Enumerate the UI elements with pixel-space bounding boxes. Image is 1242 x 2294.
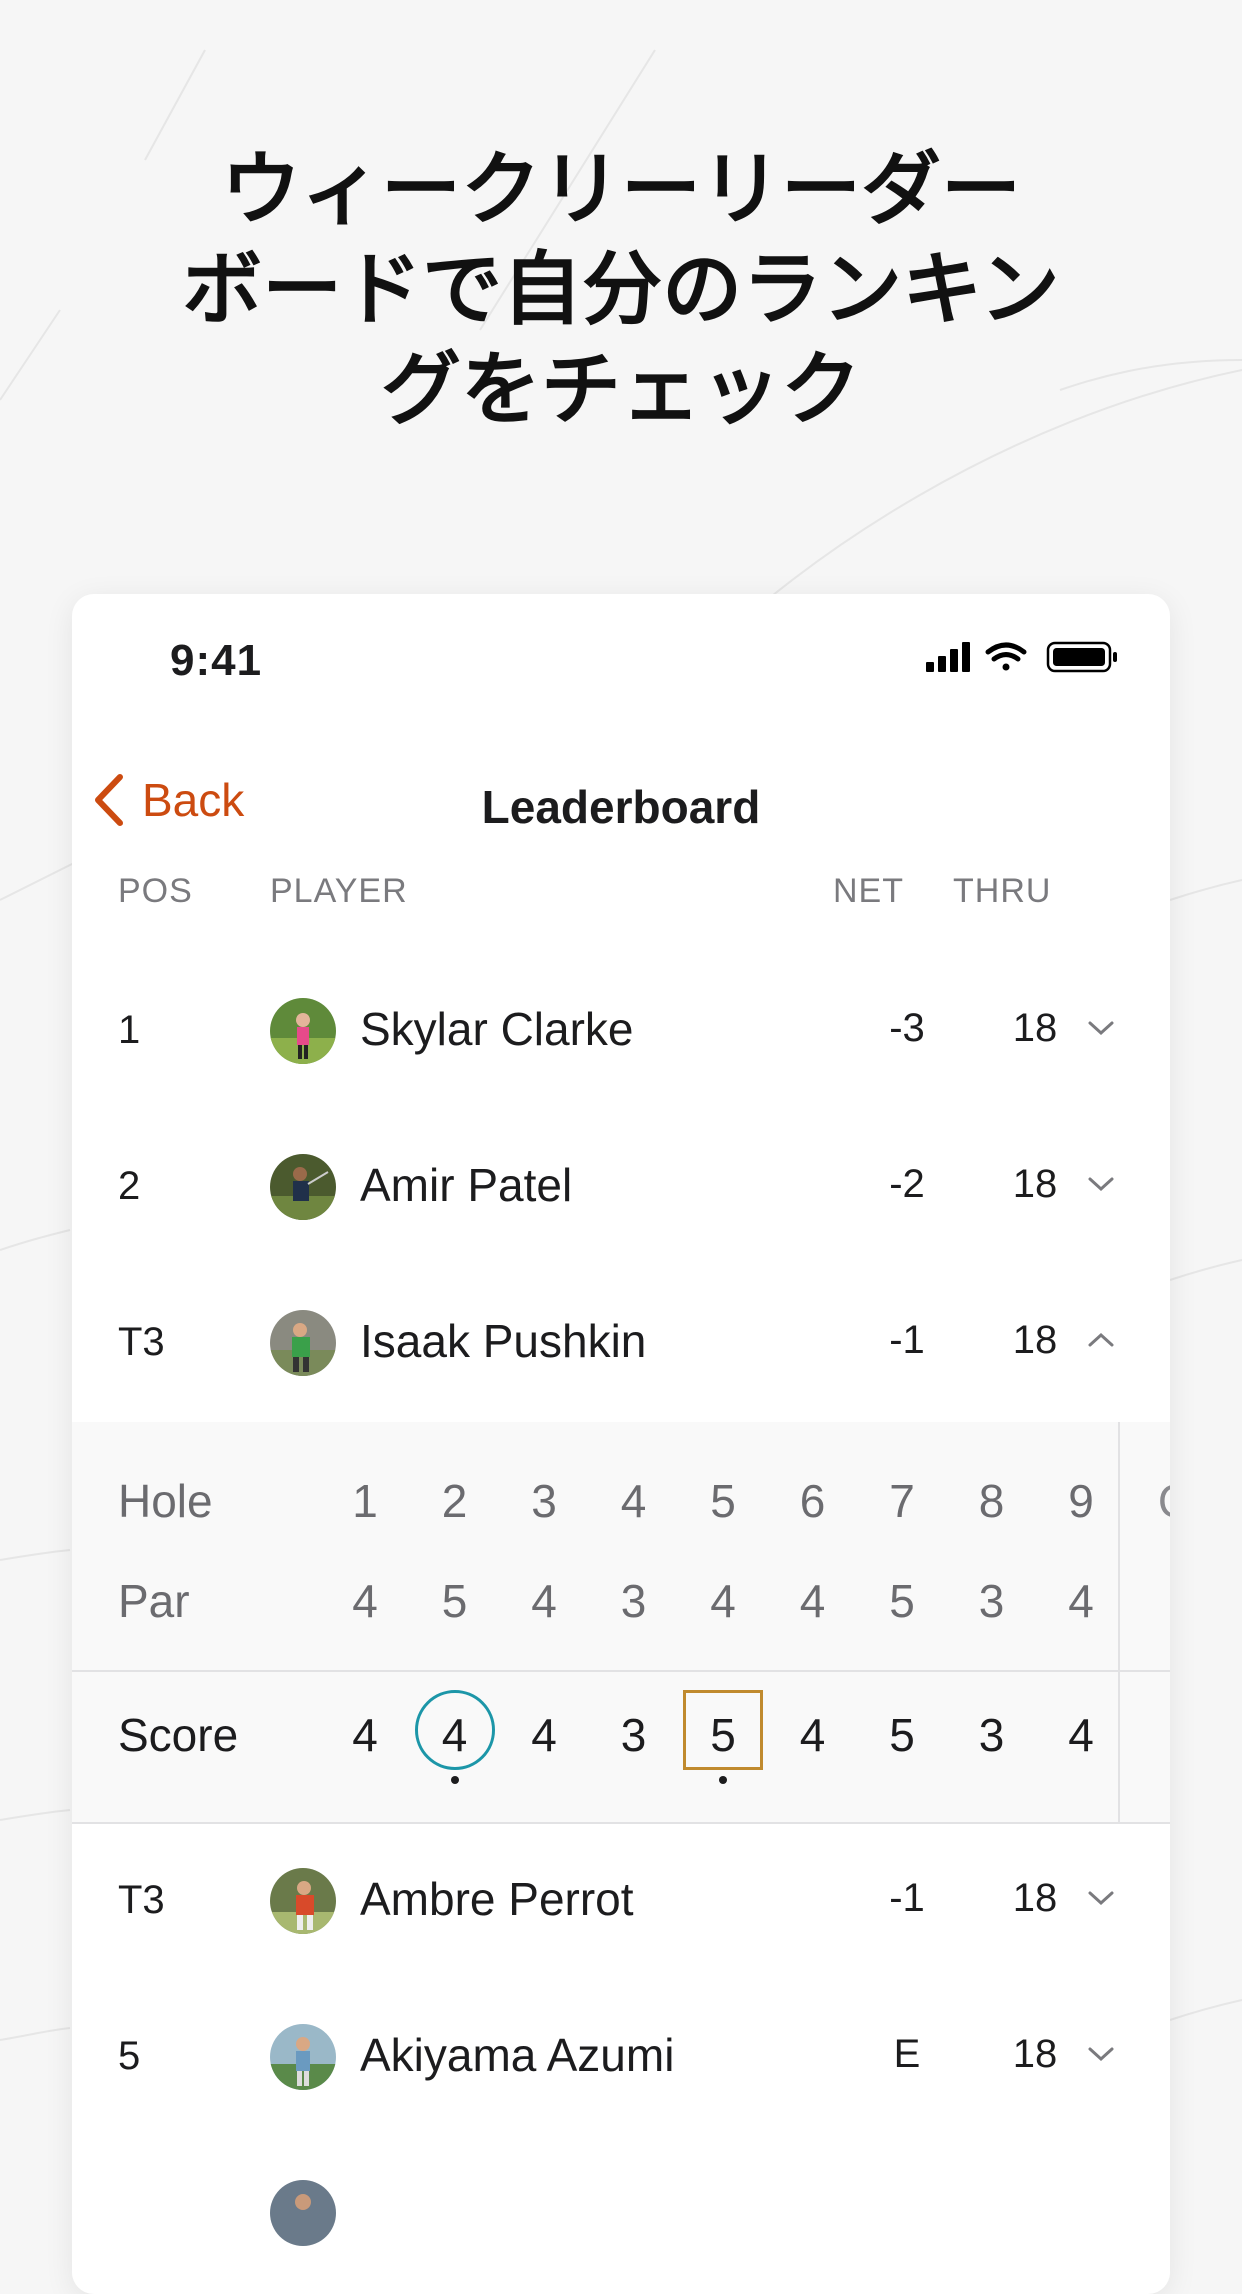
par-cell: 4 — [352, 1575, 378, 1627]
chevron-down-icon[interactable] — [1086, 2044, 1116, 2064]
navigation-bar: Back Leaderboard — [72, 754, 1170, 844]
row-position: 2 — [118, 1164, 141, 1208]
row-position: 1 — [118, 1008, 141, 1052]
hole-label: Hole — [118, 1475, 213, 1527]
wifi-icon — [985, 642, 1027, 671]
holes-cell: 3 — [531, 1475, 557, 1527]
par-cell: 4 — [710, 1575, 736, 1627]
player-name: Akiyama Azumi — [360, 2029, 675, 2081]
bogey-marker — [683, 1690, 763, 1770]
leaderboard-row[interactable]: T3 Isaak Pushkin -1 18 — [72, 1266, 1170, 1424]
row-position: T3 — [118, 1878, 165, 1922]
par-cell: 4 — [799, 1575, 826, 1627]
scorecard-column-divider — [1118, 1422, 1120, 1822]
leaderboard-row[interactable]: T3 Ambre Perrot -1 18 — [72, 1824, 1170, 1982]
cellular-signal-icon — [926, 642, 970, 672]
avatar — [270, 2024, 336, 2090]
avatar — [270, 1868, 336, 1934]
headline-line-2: ボードで自分のランキン — [182, 243, 1060, 336]
player-name: Isaak Pushkin — [360, 1315, 647, 1367]
holes-cell: 4 — [620, 1475, 647, 1527]
score-cell: 3 — [620, 1709, 647, 1761]
score-cell: 5 — [889, 1709, 915, 1761]
battery-icon — [1046, 641, 1117, 673]
chevron-down-icon[interactable] — [1086, 1018, 1116, 1038]
score-cell: 4 — [1068, 1709, 1094, 1761]
stroke-dot — [719, 1776, 727, 1784]
status-time: 9:41 — [170, 636, 263, 685]
row-position: 5 — [118, 2034, 141, 2078]
holes-cell: 5 — [710, 1475, 736, 1527]
stroke-dot — [450, 1776, 459, 1784]
birdie-marker — [414, 1690, 495, 1770]
col-player: PLAYER — [270, 872, 408, 910]
phone-screen: 9:41 Back Leaderboard POS PLAYER NET THR… — [72, 594, 1170, 2294]
row-position: T3 — [118, 1320, 165, 1364]
holes-cell: 7 — [889, 1475, 915, 1527]
col-net: NET — [833, 872, 904, 910]
leaderboard-row-partial[interactable] — [72, 2136, 1170, 2292]
par-cell: 5 — [889, 1575, 915, 1627]
holes-cell: 9 — [1068, 1475, 1094, 1527]
holes-cell: 1 — [352, 1475, 378, 1527]
par-label: Par — [118, 1575, 190, 1627]
scorecard: Hole Par Score 1 2 3 4 5 6 7 8 9 4 5 4 3 4 4 5 3 4 4 4 4 3 5… — [72, 1422, 1170, 1824]
holes-cell: 8 — [978, 1475, 1005, 1527]
par-cell: 3 — [620, 1575, 647, 1627]
player-name: Amir Patel — [360, 1159, 573, 1211]
holes-cell: 6 — [799, 1475, 826, 1527]
par-cell: 5 — [441, 1575, 468, 1627]
score-cell: 4 — [352, 1709, 378, 1761]
score-cell: 3 — [978, 1709, 1005, 1761]
avatar — [270, 998, 336, 1064]
leaderboard-row[interactable]: 2 Amir Patel -2 18 — [72, 1110, 1170, 1268]
col-pos: POS — [118, 872, 193, 910]
status-bar: 9:41 — [72, 594, 1170, 734]
holes-cell: 2 — [441, 1475, 468, 1527]
status-icons — [926, 640, 1126, 681]
headline: ウィークリーリーダー ボードで自分のランキン グをチェック — [0, 140, 1242, 440]
chevron-down-icon[interactable] — [1086, 1174, 1116, 1194]
score-label: Score — [118, 1709, 239, 1761]
chevron-up-icon[interactable] — [1086, 1330, 1116, 1350]
player-name: Skylar Clarke — [360, 1003, 634, 1055]
par-cell: 4 — [531, 1575, 557, 1627]
col-thru: THRU — [953, 872, 1052, 910]
leaderboard-row[interactable]: 1 Skylar Clarke -3 18 — [72, 954, 1170, 1112]
leaderboard-row[interactable]: 5 Akiyama Azumi E 18 — [72, 1980, 1170, 2138]
player-name: Ambre Perrot — [360, 1873, 634, 1925]
column-headers: POS PLAYER NET THRU — [72, 872, 1170, 922]
par-cell: 4 — [1068, 1575, 1094, 1627]
chevron-down-icon[interactable] — [1086, 1888, 1116, 1908]
headline-line-3: グをチェック — [381, 343, 861, 436]
avatar — [270, 1310, 336, 1376]
score-cell: 4 — [799, 1709, 826, 1761]
score-cell: 4 — [531, 1709, 557, 1761]
par-cell: 3 — [978, 1575, 1005, 1627]
avatar — [270, 2180, 336, 2246]
scorecard-divider — [72, 1670, 1170, 1672]
avatar — [270, 1154, 336, 1220]
page-title: Leaderboard — [481, 781, 761, 833]
headline-line-1: ウィークリーリーダー — [221, 143, 1021, 236]
out-column-peek: O — [1158, 1474, 1170, 1528]
